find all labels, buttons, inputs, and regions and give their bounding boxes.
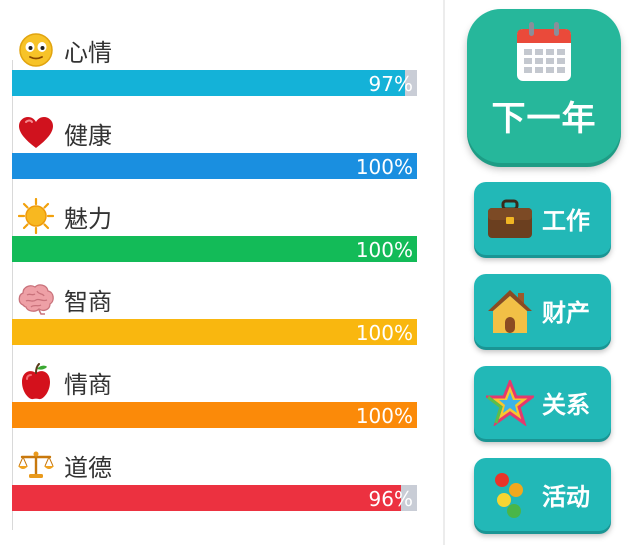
progress-track: 100% — [12, 236, 417, 262]
house-icon — [486, 287, 534, 335]
stat-label-row: 道德 — [12, 445, 417, 485]
work-button[interactable]: 工作 — [474, 182, 611, 255]
progress-fill — [12, 70, 405, 96]
progress-value: 100% — [355, 155, 413, 179]
scales-icon — [16, 445, 56, 485]
stat-charm: 魅力 100% — [12, 196, 417, 262]
stat-name: 心情 — [64, 38, 112, 67]
progress-track: 96% — [12, 485, 417, 511]
stat-iq: 智商 100% — [12, 279, 417, 345]
stat-label-row: 心情 — [12, 30, 417, 70]
stat-mood: 心情 97% — [12, 30, 417, 96]
next-year-label: 下一年 — [491, 99, 597, 139]
relationship-button[interactable]: 关系 — [474, 366, 611, 439]
colored-dots-icon — [486, 471, 534, 519]
briefcase-icon — [486, 195, 534, 243]
progress-fill — [12, 485, 401, 511]
sun-icon — [16, 196, 56, 236]
heart-icon — [16, 113, 56, 153]
calendar-icon — [514, 21, 574, 87]
work-label: 工作 — [542, 207, 590, 235]
stat-label-row: 情商 — [12, 362, 417, 402]
progress-track: 100% — [12, 153, 417, 179]
property-label: 财产 — [542, 299, 590, 327]
smiley-face-icon — [16, 30, 56, 70]
stat-morality: 道德 96% — [12, 445, 417, 511]
progress-value: 100% — [355, 238, 413, 262]
relationship-label: 关系 — [542, 391, 590, 419]
progress-track: 100% — [12, 402, 417, 428]
stat-name: 情商 — [64, 370, 112, 399]
activity-button[interactable]: 活动 — [474, 458, 611, 531]
stat-label-row: 魅力 — [12, 196, 417, 236]
panel-divider — [443, 0, 445, 545]
stat-health: 健康 100% — [12, 113, 417, 179]
stat-name: 魅力 — [64, 204, 112, 233]
property-button[interactable]: 财产 — [474, 274, 611, 347]
progress-value: 96% — [368, 487, 413, 511]
stat-name: 智商 — [64, 287, 112, 316]
stat-label-row: 健康 — [12, 113, 417, 153]
progress-track: 100% — [12, 319, 417, 345]
apple-icon — [16, 362, 56, 402]
stat-name: 健康 — [64, 121, 112, 150]
progress-value: 97% — [368, 72, 413, 96]
stat-name: 道德 — [64, 453, 112, 482]
progress-value: 100% — [355, 321, 413, 345]
progress-track: 97% — [12, 70, 417, 96]
progress-value: 100% — [355, 404, 413, 428]
stat-eq: 情商 100% — [12, 362, 417, 428]
star-icon — [486, 379, 534, 427]
brain-icon — [16, 279, 56, 319]
stat-label-row: 智商 — [12, 279, 417, 319]
next-year-button[interactable]: 下一年 — [467, 9, 621, 163]
activity-label: 活动 — [542, 483, 590, 511]
